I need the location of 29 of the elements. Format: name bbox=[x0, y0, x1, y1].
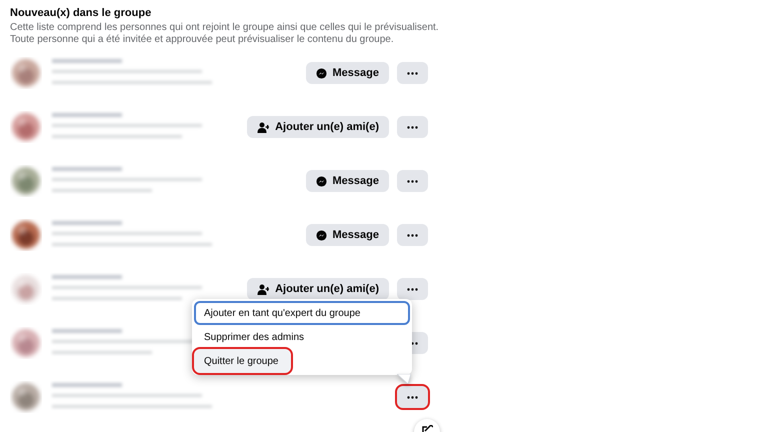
menu-item[interactable]: Quitter le groupe bbox=[194, 349, 291, 373]
messenger-icon bbox=[316, 230, 327, 240]
add-person-icon bbox=[257, 122, 270, 132]
menu-item[interactable]: Ajouter en tant qu'expert du groupe bbox=[194, 301, 410, 325]
ellipsis-icon bbox=[407, 288, 418, 290]
ellipsis-icon bbox=[407, 126, 418, 128]
messenger-icon bbox=[316, 68, 327, 78]
ellipsis-icon bbox=[407, 396, 418, 398]
add-person-icon bbox=[257, 284, 270, 294]
more-button[interactable] bbox=[397, 224, 428, 246]
message-button[interactable]: Message bbox=[306, 62, 389, 84]
section-description: Toute personne qui a été invitée et approuvée peut prévisualiser le contenu du groupe. bbox=[10, 34, 394, 46]
message-button[interactable]: Message bbox=[306, 224, 389, 246]
more-button[interactable] bbox=[397, 116, 428, 138]
more-button[interactable] bbox=[397, 62, 428, 84]
messenger-icon bbox=[316, 176, 327, 186]
ellipsis-icon bbox=[407, 234, 418, 236]
compose-icon bbox=[422, 425, 432, 432]
add-friend-button[interactable]: Ajouter un(e) ami(e) bbox=[247, 116, 389, 138]
more-button[interactable] bbox=[397, 278, 428, 300]
menu-item[interactable]: Supprimer des admins bbox=[194, 325, 410, 349]
message-button[interactable]: Message bbox=[306, 170, 389, 192]
ellipsis-icon bbox=[407, 72, 418, 74]
more-button[interactable] bbox=[397, 386, 428, 408]
add-friend-button[interactable]: Ajouter un(e) ami(e) bbox=[247, 278, 389, 300]
more-button[interactable] bbox=[397, 170, 428, 192]
section-description: Cette liste comprend les personnes qui ont rejoint le groupe ainsi que celles qui le prévisualisent. bbox=[10, 22, 439, 34]
section-title: Nouveau(x) dans le groupe bbox=[10, 6, 152, 20]
ellipsis-icon bbox=[407, 180, 418, 182]
